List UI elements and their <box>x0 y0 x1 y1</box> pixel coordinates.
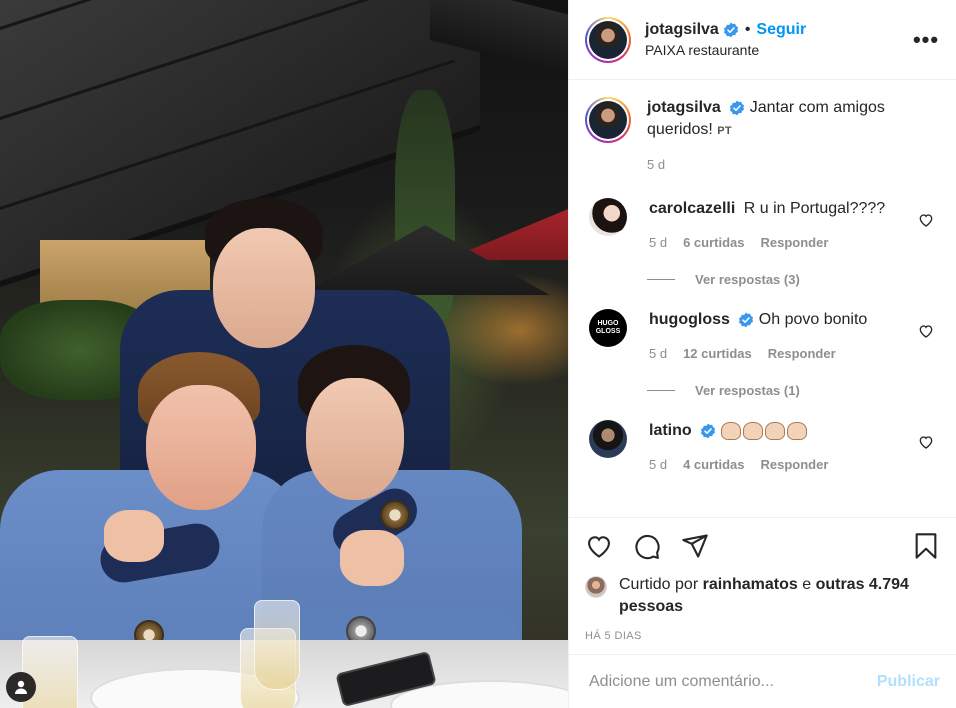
publish-button[interactable]: Publicar <box>877 673 940 691</box>
verified-badge-icon <box>730 100 745 116</box>
clap-emoji <box>742 421 763 440</box>
comment-item: latino 5 d 4 curtidas Responder <box>585 420 940 476</box>
avatar-frame <box>587 99 629 141</box>
caption-body: jotagsilva Jantar com amigos queridos! P… <box>647 97 940 176</box>
face <box>213 228 315 348</box>
comment-avatar[interactable] <box>589 198 627 236</box>
comment-line: carolcazelli R u in Portugal???? <box>649 198 940 220</box>
header-text: jotagsilva • Seguir PAIXA restaurante <box>645 21 912 58</box>
comment-input[interactable] <box>589 672 877 691</box>
comment-likes[interactable]: 4 curtidas <box>683 454 744 476</box>
reply-button[interactable]: Responder <box>768 343 836 365</box>
champagne-glass <box>254 600 300 690</box>
comment-age[interactable]: 5 d <box>649 343 667 365</box>
more-options-icon[interactable]: ••• <box>912 28 940 50</box>
translate-badge[interactable]: PT <box>717 125 732 137</box>
comment-age[interactable]: 5 d <box>649 232 667 254</box>
view-replies-button[interactable]: Ver respostas (3) <box>647 272 940 287</box>
hand <box>104 510 164 562</box>
post-caption: jotagsilva Jantar com amigos queridos! P… <box>585 97 940 176</box>
view-replies-label: Ver respostas (1) <box>695 383 800 398</box>
comments-list[interactable]: jotagsilva Jantar com amigos queridos! P… <box>569 81 956 517</box>
action-bar <box>585 518 940 574</box>
comment-heart-icon[interactable] <box>918 323 934 339</box>
avatar-image <box>589 20 627 59</box>
comment-likes[interactable]: 12 curtidas <box>683 343 752 365</box>
comment-likes[interactable]: 6 curtidas <box>683 232 744 254</box>
instagram-post: jotagsilva • Seguir PAIXA restaurante ••… <box>0 0 956 708</box>
comment-icon[interactable] <box>633 532 661 560</box>
user-icon <box>15 680 27 694</box>
comment-heart-icon[interactable] <box>918 212 934 228</box>
paper-plane-icon[interactable] <box>681 532 709 560</box>
likes-summary: Curtido por rainhamatos e outras 4.794 p… <box>585 574 940 618</box>
reply-button[interactable]: Responder <box>761 454 829 476</box>
tagged-users-button[interactable] <box>6 672 36 702</box>
heart-icon[interactable] <box>585 532 613 560</box>
likes-text: Curtido por rainhamatos e outras 4.794 p… <box>619 574 940 618</box>
comment-heart-icon[interactable] <box>918 434 934 450</box>
replies-line <box>647 390 675 391</box>
avatar-frame <box>587 18 629 61</box>
comment-item: carolcazelli R u in Portugal???? 5 d 6 c… <box>585 198 940 254</box>
verified-badge-icon <box>701 423 716 439</box>
verified-badge-icon <box>739 312 754 328</box>
reply-button[interactable]: Responder <box>761 232 829 254</box>
comment-body: hugogloss Oh povo bonito 5 d 12 curtidas… <box>649 309 940 365</box>
location-link[interactable]: PAIXA restaurante <box>645 42 912 58</box>
likes-prefix: Curtido por <box>619 576 699 593</box>
comment-item: HUGO GLOSS hugogloss Oh povo bonito 5 d … <box>585 309 940 365</box>
bookmark-icon[interactable] <box>912 532 940 560</box>
comment-line: latino <box>649 420 940 442</box>
clap-emoji <box>720 421 741 440</box>
caption-line: jotagsilva Jantar com amigos queridos! P… <box>647 97 940 142</box>
author-avatar[interactable] <box>585 16 631 63</box>
post-header: jotagsilva • Seguir PAIXA restaurante ••… <box>569 0 956 80</box>
follow-button[interactable]: Seguir <box>756 21 806 39</box>
comment-meta: 5 d 4 curtidas Responder <box>649 454 940 476</box>
caption-avatar[interactable] <box>585 97 631 143</box>
watch <box>380 500 410 530</box>
avatar-image <box>589 101 627 139</box>
comment-meta: 5 d 12 curtidas Responder <box>649 343 940 365</box>
face <box>146 385 256 510</box>
clap-emoji <box>764 421 785 440</box>
comment-text: R u in Portugal???? <box>743 200 886 217</box>
view-replies-button[interactable]: Ver respostas (1) <box>647 383 940 398</box>
avatar-logo-text: GLOSS <box>595 328 621 335</box>
add-comment-bar: Publicar <box>569 654 956 708</box>
verified-badge-icon <box>723 22 738 38</box>
header-line: jotagsilva • Seguir <box>645 21 912 39</box>
hand <box>340 530 404 586</box>
comment-body: carolcazelli R u in Portugal???? 5 d 6 c… <box>649 198 940 254</box>
clapping-hands-icon <box>720 421 807 440</box>
liker-username[interactable]: rainhamatos <box>703 576 798 593</box>
caption-age[interactable]: 5 d <box>647 154 665 176</box>
comment-username[interactable]: latino <box>649 422 692 439</box>
caption-username[interactable]: jotagsilva <box>647 99 721 116</box>
comment-username[interactable]: carolcazelli <box>649 200 735 217</box>
comment-body: latino 5 d 4 curtidas Responder <box>649 420 940 476</box>
post-photo[interactable] <box>0 0 568 708</box>
author-username[interactable]: jotagsilva <box>645 21 719 39</box>
likes-connector: e <box>802 576 812 593</box>
comment-avatar[interactable]: HUGO GLOSS <box>589 309 627 347</box>
comment-avatar[interactable] <box>589 420 627 458</box>
replies-line <box>647 279 675 280</box>
post-side-panel: jotagsilva • Seguir PAIXA restaurante ••… <box>568 0 956 708</box>
post-actions-area: Curtido por rainhamatos e outras 4.794 p… <box>569 517 956 642</box>
face <box>306 378 404 500</box>
liker-avatar[interactable] <box>585 576 607 598</box>
comment-username[interactable]: hugogloss <box>649 311 730 328</box>
clap-emoji <box>786 421 807 440</box>
separator-dot: • <box>744 21 751 38</box>
comment-text: Oh povo bonito <box>758 311 868 328</box>
comment-age[interactable]: 5 d <box>649 454 667 476</box>
post-date[interactable]: HÁ 5 DIAS <box>585 630 940 642</box>
caption-meta: 5 d <box>647 154 940 176</box>
comment-meta: 5 d 6 curtidas Responder <box>649 232 940 254</box>
comment-line: hugogloss Oh povo bonito <box>649 309 940 331</box>
avatar-logo-text: HUGO <box>597 320 619 327</box>
view-replies-label: Ver respostas (3) <box>695 272 800 287</box>
